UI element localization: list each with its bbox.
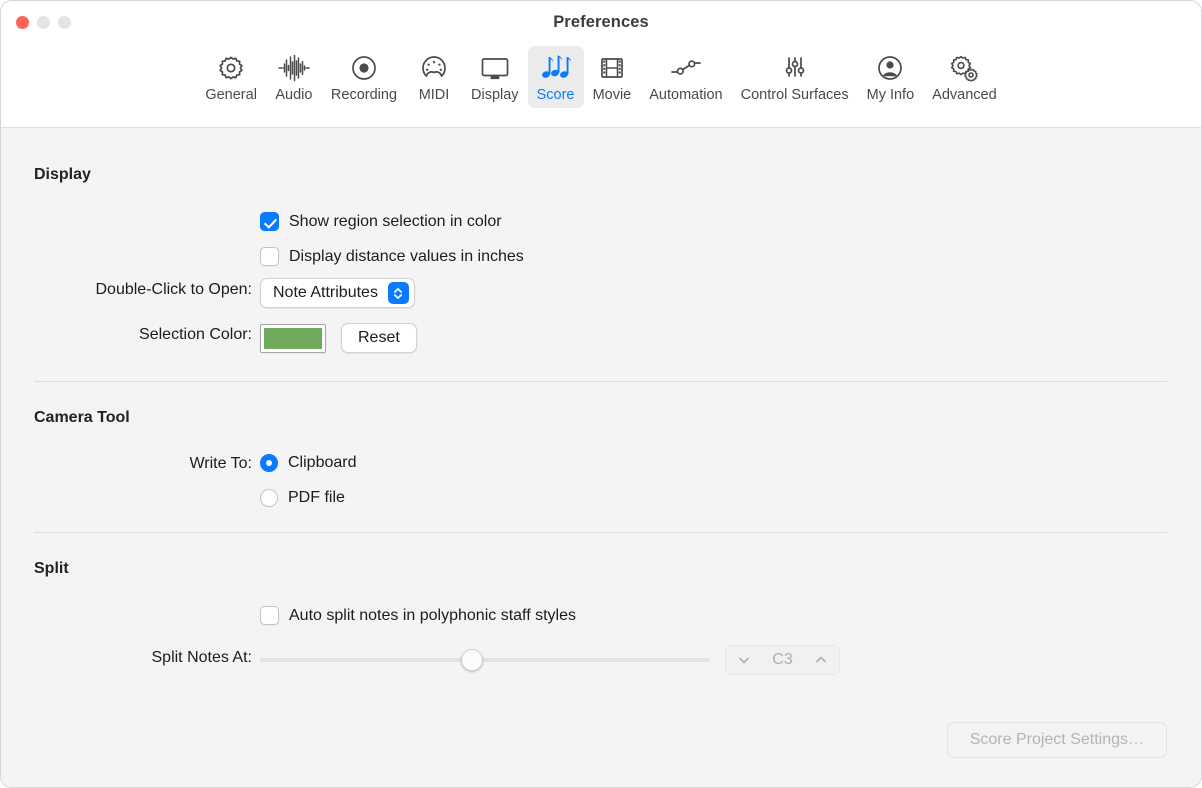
tab-movie[interactable]: Movie xyxy=(584,46,641,108)
tab-automation-label: Automation xyxy=(649,87,722,103)
display-distance-inches-label: Display distance values in inches xyxy=(289,248,524,266)
tab-my-info[interactable]: My Info xyxy=(858,46,924,108)
selection-color-well[interactable] xyxy=(260,324,326,353)
write-to-pdf-radio[interactable] xyxy=(260,489,278,507)
tab-control-surfaces-label: Control Surfaces xyxy=(741,87,849,103)
show-region-selection-label: Show region selection in color xyxy=(289,213,502,231)
section-title-display: Display xyxy=(34,166,91,184)
preferences-toolbar: General xyxy=(1,46,1201,108)
write-to-pdf-radio-row[interactable]: PDF file xyxy=(260,489,345,507)
split-notes-at-value: C3 xyxy=(772,651,792,669)
tab-my-info-label: My Info xyxy=(867,87,915,103)
slider-thumb[interactable] xyxy=(461,649,483,671)
tab-midi-label: MIDI xyxy=(419,87,450,103)
slider-track xyxy=(260,658,710,662)
selection-color-swatch xyxy=(264,328,322,349)
auto-split-label: Auto split notes in polyphonic staff sty… xyxy=(289,607,576,625)
write-to-clipboard-radio[interactable] xyxy=(260,454,278,472)
person-circle-icon xyxy=(875,52,905,84)
section-title-split: Split xyxy=(34,560,69,578)
tab-general-label: General xyxy=(205,87,257,103)
tab-display-label: Display xyxy=(471,87,519,103)
tab-recording[interactable]: Recording xyxy=(322,46,406,108)
divider-display-camera xyxy=(34,381,1167,382)
section-title-camera-tool: Camera Tool xyxy=(34,409,130,427)
selection-color-reset-button[interactable]: Reset xyxy=(341,323,417,353)
score-project-settings-button[interactable]: Score Project Settings… xyxy=(947,722,1167,758)
display-distance-inches-checkbox[interactable] xyxy=(260,247,279,266)
split-notes-at-stepper[interactable]: C3 xyxy=(725,645,840,675)
double-click-to-open-popup[interactable]: Note Attributes xyxy=(260,278,415,308)
double-gear-icon xyxy=(948,52,980,84)
chevron-up-icon[interactable] xyxy=(814,653,828,667)
auto-split-checkbox-row[interactable]: Auto split notes in polyphonic staff sty… xyxy=(260,606,576,625)
double-click-to-open-value: Note Attributes xyxy=(273,284,378,302)
tab-audio[interactable]: Audio xyxy=(266,46,322,108)
split-notes-at-label: Split Notes At: xyxy=(152,649,253,667)
tab-advanced-label: Advanced xyxy=(932,87,997,103)
monitor-icon xyxy=(479,52,511,84)
selection-color-label: Selection Color: xyxy=(139,326,252,344)
tab-general[interactable]: General xyxy=(196,46,266,108)
write-to-label: Write To: xyxy=(189,455,252,473)
tab-recording-label: Recording xyxy=(331,87,397,103)
tab-midi[interactable]: MIDI xyxy=(406,46,462,108)
show-region-selection-checkbox-row[interactable]: Show region selection in color xyxy=(260,212,502,231)
display-distance-inches-checkbox-row[interactable]: Display distance values in inches xyxy=(260,247,524,266)
waveform-icon xyxy=(277,52,311,84)
write-to-pdf-label: PDF file xyxy=(288,489,345,507)
write-to-clipboard-radio-row[interactable]: Clipboard xyxy=(260,454,356,472)
double-click-to-open-label-wrap: Double-Click to Open: xyxy=(34,281,252,299)
show-region-selection-checkbox[interactable] xyxy=(260,212,279,231)
preferences-content: Display Show region selection in color D… xyxy=(1,128,1201,788)
tab-control-surfaces[interactable]: Control Surfaces xyxy=(732,46,858,108)
midi-din-icon xyxy=(419,52,449,84)
tab-audio-label: Audio xyxy=(275,87,312,103)
page-title: Preferences xyxy=(1,13,1201,32)
double-click-to-open-label: Double-Click to Open: xyxy=(95,281,252,299)
chevron-updown-icon xyxy=(388,282,409,304)
footer-actions: Score Project Settings… xyxy=(947,722,1167,758)
titlebar: Preferences General xyxy=(1,1,1201,128)
selection-color-label-wrap: Selection Color: xyxy=(34,326,252,344)
preferences-window: Preferences General xyxy=(0,0,1202,788)
write-to-clipboard-label: Clipboard xyxy=(288,454,356,472)
music-notes-icon xyxy=(539,52,573,84)
double-click-to-open-control: Note Attributes xyxy=(260,278,415,308)
write-to-label-wrap: Write To: xyxy=(34,455,252,473)
tab-advanced[interactable]: Advanced xyxy=(923,46,1006,108)
tab-display[interactable]: Display xyxy=(462,46,528,108)
selection-color-control: Reset xyxy=(260,323,417,353)
tab-automation[interactable]: Automation xyxy=(640,46,731,108)
tab-score-label: Score xyxy=(537,87,575,103)
auto-split-checkbox[interactable] xyxy=(260,606,279,625)
chevron-down-icon[interactable] xyxy=(737,653,751,667)
divider-camera-split xyxy=(34,532,1167,533)
film-strip-icon xyxy=(597,52,627,84)
automation-nodes-icon xyxy=(669,52,703,84)
split-notes-at-control: C3 xyxy=(260,645,840,675)
tab-movie-label: Movie xyxy=(593,87,632,103)
faders-icon xyxy=(780,52,810,84)
tab-score[interactable]: Score xyxy=(528,46,584,108)
split-notes-at-slider[interactable] xyxy=(260,649,710,671)
record-circle-icon xyxy=(349,52,379,84)
split-notes-at-label-wrap: Split Notes At: xyxy=(34,649,252,667)
gear-icon xyxy=(216,52,246,84)
